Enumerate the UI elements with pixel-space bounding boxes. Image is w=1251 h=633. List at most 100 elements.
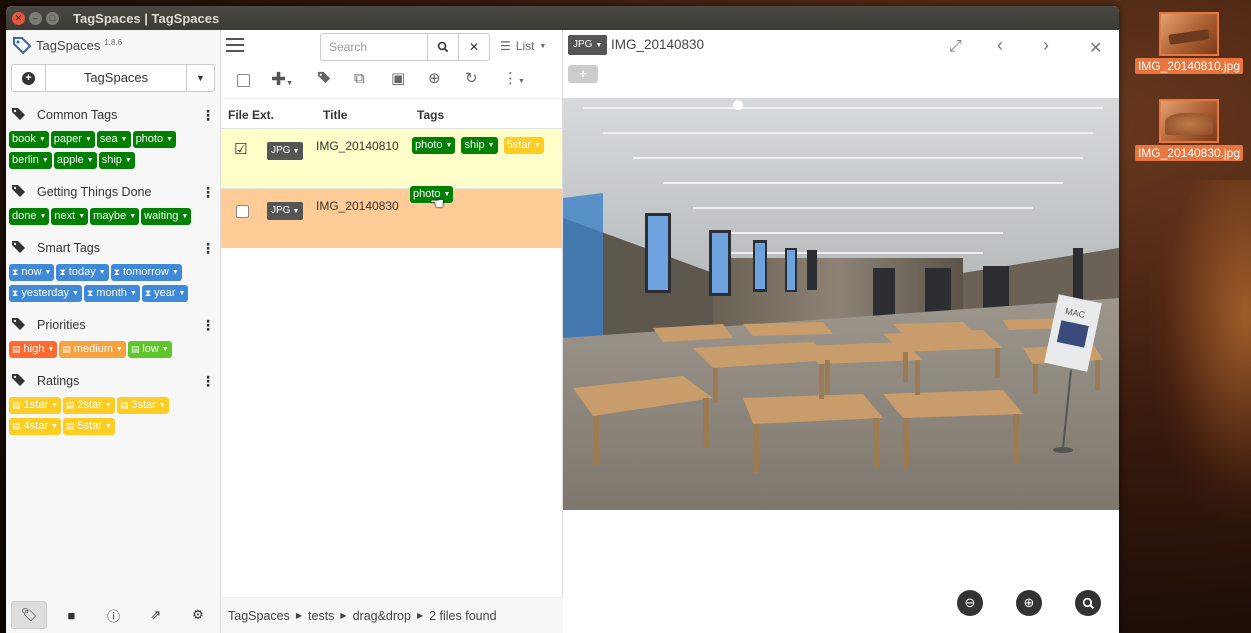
- breadcrumb-folder[interactable]: drag&drop: [353, 609, 411, 623]
- chevron-left-icon[interactable]: ‹: [997, 35, 1003, 56]
- file-extension-badge[interactable]: JPG ▼: [267, 202, 304, 220]
- tag-2star[interactable]: ▤ 2star ▼: [62, 397, 115, 414]
- file-checkbox[interactable]: [236, 205, 249, 218]
- tag-5star[interactable]: ▤ 5star ▼: [62, 418, 115, 435]
- group-menu-icon[interactable]: ⋮: [201, 374, 215, 388]
- tag-group-header[interactable]: Priorities ⋮: [6, 312, 221, 338]
- chevron-right-icon[interactable]: ›: [1043, 35, 1049, 56]
- search-button[interactable]: [427, 33, 459, 61]
- tag-tomorrow[interactable]: ⧗ tomorrow ▼: [110, 264, 182, 281]
- breadcrumb-root[interactable]: TagSpaces: [228, 609, 290, 623]
- hourglass-icon: ⧗: [59, 267, 66, 277]
- zoom-out-icon: ⊖: [964, 595, 976, 610]
- file-extension-badge[interactable]: JPG ▼: [267, 142, 304, 160]
- tag-sea[interactable]: sea ▼: [96, 131, 131, 148]
- zoom-icon[interactable]: ⊕: [428, 70, 441, 88]
- clear-search-button[interactable]: ✕: [458, 33, 490, 61]
- tags-icon: [11, 373, 31, 390]
- add-location-button[interactable]: +: [12, 65, 46, 91]
- tag-medium[interactable]: ▤ medium ▼: [59, 341, 126, 358]
- group-menu-icon[interactable]: ⋮: [201, 318, 215, 332]
- close-viewer-icon[interactable]: ✕: [1089, 38, 1102, 58]
- file-row[interactable]: JPG ▼ IMG_20140830: [221, 188, 562, 248]
- file-tag-5star[interactable]: 5star ▼: [503, 137, 544, 154]
- viewer-extension-badge[interactable]: JPG ▼: [568, 35, 608, 55]
- tag-maybe[interactable]: maybe ▼: [90, 208, 140, 225]
- tag-1star[interactable]: ▤ 1star ▼: [9, 397, 61, 414]
- folders-tab-button[interactable]: ■: [53, 601, 89, 629]
- tag-today[interactable]: ⧗ today ▼: [56, 264, 109, 281]
- copy-icon[interactable]: ⧉: [354, 70, 365, 88]
- tag-ship[interactable]: ship ▼: [98, 152, 135, 169]
- tag-month[interactable]: ⧗ month ▼: [83, 285, 140, 302]
- view-mode-dropdown[interactable]: ☰ List ▼: [500, 39, 546, 53]
- tag-group-name: Getting Things Done: [37, 185, 152, 199]
- file-row[interactable]: ☑ JPG ▼ IMG_20140810 photo ▼ ship ▼ 5star ▼: [221, 128, 562, 188]
- settings-button[interactable]: ⚙: [180, 601, 216, 629]
- add-tag-button[interactable]: +: [568, 65, 598, 83]
- checked-checkbox-icon[interactable]: ☑: [234, 140, 247, 158]
- caret-down-icon: ▼: [178, 290, 186, 297]
- hourglass-icon: ⧗: [86, 288, 94, 298]
- add-file-button[interactable]: ✚▼: [271, 70, 293, 93]
- tag-group-header[interactable]: Getting Things Done ⋮: [6, 179, 221, 205]
- keyboard-icon: ▤: [12, 421, 21, 431]
- desktop-file-icon[interactable]: IMG_20140830.jpg: [1133, 99, 1245, 161]
- hourglass-icon: ⧗: [113, 267, 120, 277]
- caret-down-icon: ▼: [50, 402, 58, 409]
- desktop-file-label: IMG_20140810.jpg: [1134, 58, 1244, 74]
- tag-now[interactable]: ⧗ now ▼: [9, 264, 55, 281]
- tag-apple[interactable]: apple ▼: [53, 152, 97, 169]
- column-title[interactable]: Title: [323, 108, 347, 122]
- tag-done[interactable]: done ▼: [9, 208, 50, 225]
- file-viewer: JPG ▼ IMG_20140830 + ⤢ ‹ › ✕ MAC ⊖ ⊕: [563, 30, 1119, 633]
- tag-low[interactable]: ▤ low ▼: [127, 341, 172, 358]
- column-tags[interactable]: Tags: [417, 108, 444, 122]
- window-minimize-button[interactable]: –: [29, 11, 42, 25]
- refresh-icon[interactable]: ↻: [465, 70, 478, 88]
- tag-high[interactable]: ▤ high ▼: [9, 341, 58, 358]
- tag-photo[interactable]: photo ▼: [132, 131, 177, 148]
- tag-next[interactable]: next ▼: [51, 208, 89, 225]
- zoom-in-button[interactable]: ⊕: [1016, 590, 1042, 616]
- column-file-ext[interactable]: File Ext.: [228, 108, 274, 122]
- menu-icon[interactable]: [226, 38, 244, 52]
- tag-file-icon[interactable]: [317, 70, 332, 90]
- desktop-file-icon[interactable]: IMG_20140810.jpg: [1133, 12, 1245, 74]
- window-close-button[interactable]: ✕: [12, 11, 25, 25]
- search-input[interactable]: Search: [320, 33, 428, 61]
- info-button[interactable]: ⓘ: [96, 601, 132, 629]
- group-menu-icon[interactable]: ⋮: [201, 108, 215, 122]
- group-menu-icon[interactable]: ⋮: [201, 185, 215, 199]
- breadcrumb-folder[interactable]: tests: [308, 609, 334, 623]
- caret-down-icon: ▼: [129, 290, 137, 297]
- tag-berlin[interactable]: berlin ▼: [9, 152, 52, 169]
- file-tag-ship[interactable]: ship ▼: [461, 137, 498, 154]
- tag-4star[interactable]: ▤ 4star ▼: [9, 418, 61, 435]
- tag-groups: Common Tags ⋮ book ▼ paper ▼ sea ▼ photo ▼ b…: [6, 102, 221, 445]
- tag-group-header[interactable]: Ratings ⋮: [6, 368, 221, 394]
- tag-book[interactable]: book ▼: [9, 131, 49, 148]
- group-menu-icon[interactable]: ⋮: [201, 241, 215, 255]
- window-maximize-button[interactable]: □: [46, 11, 59, 25]
- file-tag-photo[interactable]: photo ▼: [412, 137, 456, 154]
- tag-yesterday[interactable]: ⧗ yesterday ▼: [9, 285, 82, 302]
- select-all-checkbox[interactable]: [237, 74, 250, 87]
- zoom-reset-button[interactable]: [1075, 590, 1101, 616]
- tag-waiting[interactable]: waiting ▼: [141, 208, 192, 225]
- zoom-out-button[interactable]: ⊖: [957, 590, 983, 616]
- location-name[interactable]: TagSpaces: [46, 65, 186, 91]
- caret-down-icon: ▼: [539, 42, 547, 50]
- tags-tab-button[interactable]: 🏷: [11, 601, 48, 629]
- plus-icon: +: [22, 71, 35, 85]
- location-dropdown-button[interactable]: ▼: [186, 65, 214, 91]
- tag-year[interactable]: ⧗ year ▼: [141, 285, 189, 302]
- tag-3star[interactable]: ▤ 3star ▼: [116, 397, 169, 414]
- image-icon[interactable]: ▣: [391, 70, 405, 88]
- tag-group-header[interactable]: Common Tags ⋮: [6, 102, 221, 128]
- fullscreen-icon[interactable]: ⤢: [949, 38, 962, 56]
- tag-paper[interactable]: paper ▼: [50, 131, 95, 148]
- more-options-icon[interactable]: ⋮▼: [503, 70, 525, 91]
- tag-group-header[interactable]: Smart Tags ⋮: [6, 235, 221, 261]
- open-external-button[interactable]: ⇗: [138, 601, 174, 629]
